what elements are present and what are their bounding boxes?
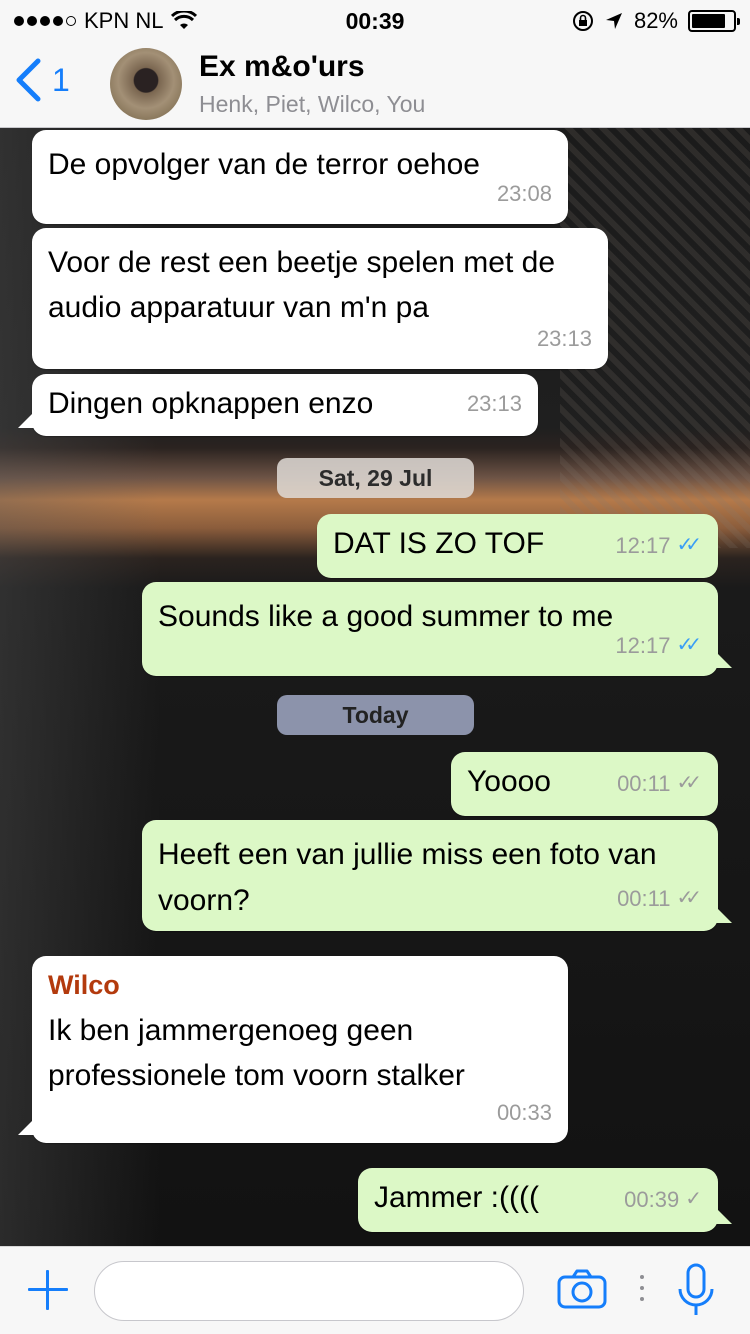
message-time: 23:13 (466, 391, 522, 416)
message-time: 12:17 (615, 633, 671, 658)
date-separator: Sat, 29 Jul (277, 458, 474, 498)
message-bubble[interactable]: Dingen opknappen enzo 23:13 (18, 374, 538, 436)
message-text: Ik ben jammergenoeg geen professionele t… (48, 1014, 465, 1092)
camera-icon[interactable] (557, 1269, 607, 1309)
message-time: 00:39 (624, 1187, 680, 1212)
message-time: 00:11 (617, 886, 671, 911)
delivered-ticks-icon: ✓✓ (676, 887, 701, 909)
group-avatar[interactable] (110, 48, 182, 120)
orientation-lock-icon (572, 11, 593, 31)
chat-background[interactable]: De opvolger van de terror oehoe 23:08 Vo… (0, 128, 750, 1246)
message-time: 12:17 (615, 533, 671, 558)
microphone-icon[interactable] (676, 1263, 716, 1319)
message-time: 00:11 (617, 771, 671, 796)
message-text: De opvolger van de terror oehoe (48, 148, 480, 181)
sent-tick-icon: ✓ (685, 1188, 702, 1210)
message-input[interactable] (94, 1261, 524, 1321)
message-time: 23:13 (536, 326, 592, 351)
chevron-left-icon (16, 58, 41, 102)
unread-count: 1 (52, 61, 70, 98)
read-ticks-icon: ✓✓ (676, 534, 701, 556)
chat-title[interactable]: Ex m&o'urs (199, 50, 365, 84)
message-composer (0, 1246, 750, 1334)
message-bubble[interactable]: De opvolger van de terror oehoe 23:08 (32, 130, 568, 224)
read-ticks-icon: ✓✓ (676, 634, 701, 656)
sender-name[interactable]: Wilco (48, 968, 552, 1002)
separator-dots (640, 1275, 644, 1301)
date-separator: Today (277, 695, 474, 735)
status-right: 82% (572, 8, 740, 34)
chat-header: 1 Ex m&o'urs Henk, Piet, Wilco, You (0, 40, 750, 128)
status-bar: KPN NL 00:39 82% (0, 0, 750, 40)
back-button[interactable]: 1 (14, 58, 70, 102)
location-arrow-icon (605, 13, 622, 29)
delivered-ticks-icon: ✓✓ (676, 772, 701, 794)
message-time: 00:33 (496, 1100, 552, 1125)
battery-icon (688, 10, 740, 32)
message-bubble[interactable]: Heeft een van jullie miss een foto van v… (142, 820, 732, 931)
message-bubble[interactable]: Yoooo 00:11 ✓✓ (451, 752, 718, 816)
message-text: Dingen opknappen enzo (48, 387, 374, 420)
message-time: 23:08 (496, 181, 552, 206)
battery-percent: 82% (633, 8, 678, 33)
message-bubble[interactable]: Voor de rest een beetje spelen met de au… (32, 228, 608, 369)
message-bubble[interactable]: Wilco Ik ben jammergenoeg geen professio… (18, 956, 568, 1143)
message-bubble[interactable]: Jammer :(((( 00:39 ✓ (358, 1168, 732, 1232)
chat-participants[interactable]: Henk, Piet, Wilco, You (199, 91, 425, 118)
message-bubble[interactable]: Sounds like a good summer to me 12:17 ✓✓ (142, 582, 732, 676)
message-bubble[interactable]: DAT IS ZO TOF 12:17 ✓✓ (317, 514, 718, 578)
plus-icon[interactable] (24, 1265, 72, 1313)
message-text: Voor de rest een beetje spelen met de au… (48, 246, 556, 324)
